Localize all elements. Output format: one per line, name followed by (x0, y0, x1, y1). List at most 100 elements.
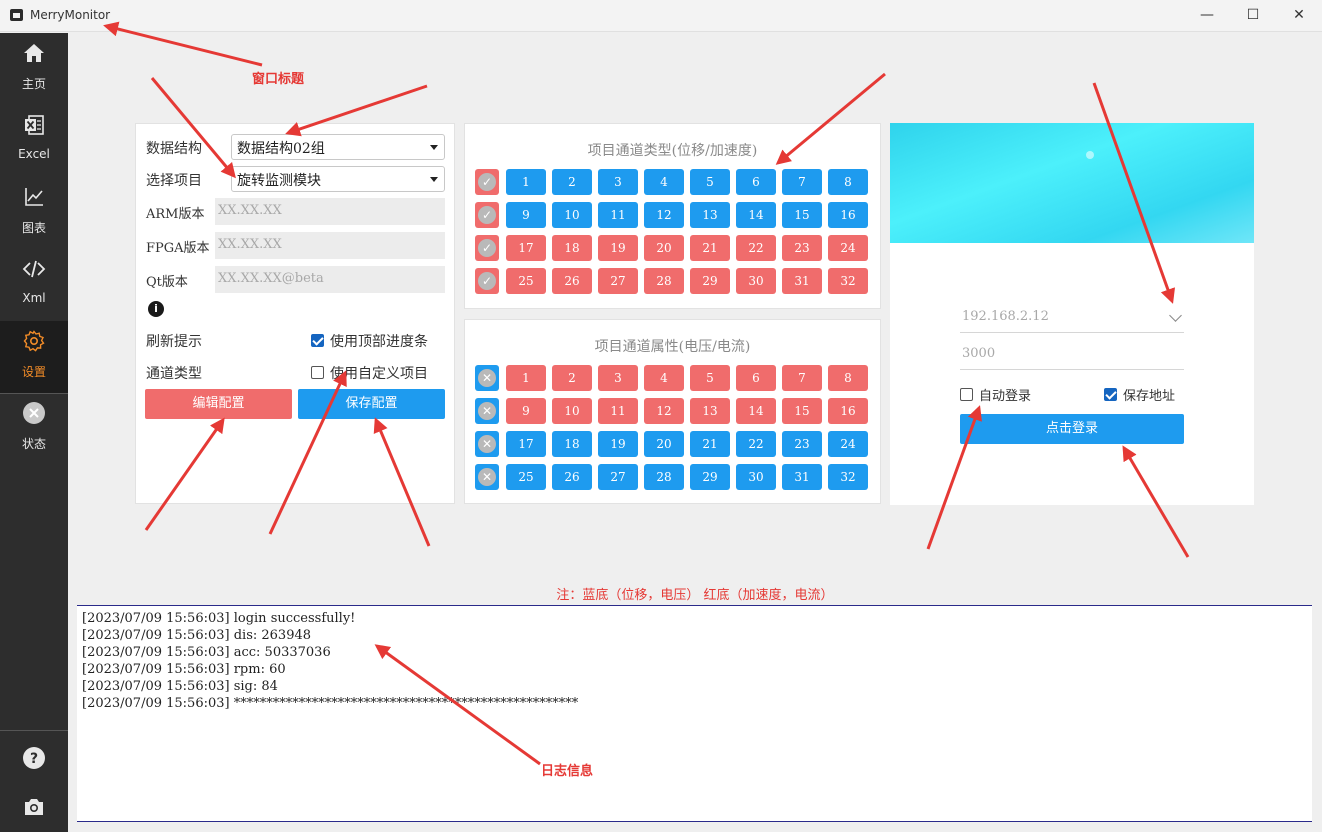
sidebar-item-settings[interactable]: 设置 (0, 321, 68, 393)
channel-cell[interactable]: 1 (506, 169, 546, 195)
channel-cell[interactable]: 7 (782, 365, 822, 391)
channel-cell[interactable]: 17 (506, 235, 546, 261)
channel-cell[interactable]: 26 (552, 268, 592, 294)
channel-cell[interactable]: 5 (690, 365, 730, 391)
close-circle-icon: ✕ (478, 468, 496, 486)
edit-config-button[interactable]: 编辑配置 (145, 389, 292, 419)
sidebar-item-xml[interactable]: Xml (0, 249, 68, 321)
ip-address-input[interactable]: 192.168.2.12 (960, 305, 1184, 333)
channel-cell[interactable]: 7 (782, 169, 822, 195)
sidebar-item-excel[interactable]: Excel (0, 105, 68, 177)
channel-cell[interactable]: 30 (736, 464, 776, 490)
use-custom-checkbox[interactable]: 使用自定义项目 (311, 363, 428, 383)
channel-cell[interactable]: 30 (736, 268, 776, 294)
maximize-button[interactable]: ☐ (1230, 0, 1276, 32)
channel-cell[interactable]: 29 (690, 464, 730, 490)
log-line: [2023/07/09 15:56:03] ******************… (82, 696, 579, 711)
channel-cell[interactable]: 26 (552, 464, 592, 490)
channel-cell[interactable]: 21 (690, 431, 730, 457)
channel-cell[interactable]: 25 (506, 464, 546, 490)
channel-cell[interactable]: 27 (598, 268, 638, 294)
channel-cell[interactable]: 8 (828, 365, 868, 391)
channel-cell[interactable]: 32 (828, 464, 868, 490)
channel-cell[interactable]: 8 (828, 169, 868, 195)
channel-cell[interactable]: 16 (828, 398, 868, 424)
row-toggle-button[interactable]: ✕ (475, 464, 499, 490)
channel-cell[interactable]: 28 (644, 268, 684, 294)
use-progress-checkbox[interactable]: 使用顶部进度条 (311, 331, 428, 351)
log-panel[interactable]: [2023/07/09 15:56:03] login successfully… (77, 605, 1312, 822)
channel-cell[interactable]: 11 (598, 202, 638, 228)
channel-cell[interactable]: 24 (828, 235, 868, 261)
row-toggle-button[interactable]: ✓ (475, 268, 499, 294)
channel-cell[interactable]: 12 (644, 202, 684, 228)
row-toggle-button[interactable]: ✓ (475, 169, 499, 195)
channel-cell[interactable]: 9 (506, 202, 546, 228)
channel-cell[interactable]: 23 (782, 431, 822, 457)
channel-cell[interactable]: 10 (552, 202, 592, 228)
channel-cell[interactable]: 32 (828, 268, 868, 294)
channel-cell[interactable]: 31 (782, 464, 822, 490)
auto-login-checkbox[interactable]: 自动登录 (960, 385, 1031, 404)
channel-cell[interactable]: 15 (782, 202, 822, 228)
channel-cell[interactable]: 10 (552, 398, 592, 424)
chevron-down-icon[interactable] (1169, 309, 1182, 322)
row-toggle-button[interactable]: ✕ (475, 365, 499, 391)
channel-cell[interactable]: 1 (506, 365, 546, 391)
channel-cell[interactable]: 13 (690, 398, 730, 424)
port-input[interactable]: 3000 (960, 342, 1184, 370)
channel-cell[interactable]: 29 (690, 268, 730, 294)
channel-cell[interactable]: 25 (506, 268, 546, 294)
channel-cell[interactable]: 22 (736, 431, 776, 457)
channel-cell[interactable]: 11 (598, 398, 638, 424)
close-button[interactable]: ✕ (1276, 0, 1322, 32)
channel-cell[interactable]: 20 (644, 431, 684, 457)
minimize-button[interactable]: — (1184, 0, 1230, 32)
channel-cell[interactable]: 2 (552, 365, 592, 391)
info-icon[interactable]: i (148, 301, 164, 317)
row-toggle-button[interactable]: ✕ (475, 431, 499, 457)
channel-cell[interactable]: 4 (644, 169, 684, 195)
channel-cell[interactable]: 6 (736, 169, 776, 195)
channel-cell[interactable]: 3 (598, 169, 638, 195)
camera-icon[interactable] (22, 795, 46, 819)
channel-cell[interactable]: 5 (690, 169, 730, 195)
log-line: [2023/07/09 15:56:03] acc: 50337036 (82, 645, 331, 660)
login-button[interactable]: 点击登录 (960, 414, 1184, 444)
channel-cell[interactable]: 2 (552, 169, 592, 195)
channel-cell[interactable]: 3 (598, 365, 638, 391)
channel-cell[interactable]: 13 (690, 202, 730, 228)
channel-cell[interactable]: 17 (506, 431, 546, 457)
channel-cell[interactable]: 14 (736, 202, 776, 228)
channel-cell[interactable]: 19 (598, 431, 638, 457)
channel-cell[interactable]: 6 (736, 365, 776, 391)
channel-cell[interactable]: 18 (552, 431, 592, 457)
project-select[interactable]: 旋转监测模块 (231, 166, 445, 192)
save-address-checkbox[interactable]: 保存地址 (1104, 385, 1175, 404)
sidebar-item-status[interactable]: 状态 (0, 393, 68, 465)
channel-cell[interactable]: 15 (782, 398, 822, 424)
channel-cell[interactable]: 31 (782, 268, 822, 294)
data-structure-select[interactable]: 数据结构02组 (231, 134, 445, 160)
row-toggle-button[interactable]: ✓ (475, 202, 499, 228)
channel-cell[interactable]: 24 (828, 431, 868, 457)
sidebar-item-home[interactable]: 主页 (0, 33, 68, 105)
channel-cell[interactable]: 23 (782, 235, 822, 261)
row-toggle-button[interactable]: ✕ (475, 398, 499, 424)
channel-cell[interactable]: 22 (736, 235, 776, 261)
save-config-button[interactable]: 保存配置 (298, 389, 445, 419)
row-toggle-button[interactable]: ✓ (475, 235, 499, 261)
channel-cell[interactable]: 27 (598, 464, 638, 490)
help-icon[interactable]: ? (22, 746, 46, 770)
channel-cell[interactable]: 18 (552, 235, 592, 261)
channel-cell[interactable]: 21 (690, 235, 730, 261)
sidebar-item-chart[interactable]: 图表 (0, 177, 68, 249)
channel-cell[interactable]: 20 (644, 235, 684, 261)
channel-cell[interactable]: 14 (736, 398, 776, 424)
channel-cell[interactable]: 12 (644, 398, 684, 424)
channel-cell[interactable]: 16 (828, 202, 868, 228)
channel-cell[interactable]: 28 (644, 464, 684, 490)
channel-cell[interactable]: 19 (598, 235, 638, 261)
channel-cell[interactable]: 9 (506, 398, 546, 424)
channel-cell[interactable]: 4 (644, 365, 684, 391)
